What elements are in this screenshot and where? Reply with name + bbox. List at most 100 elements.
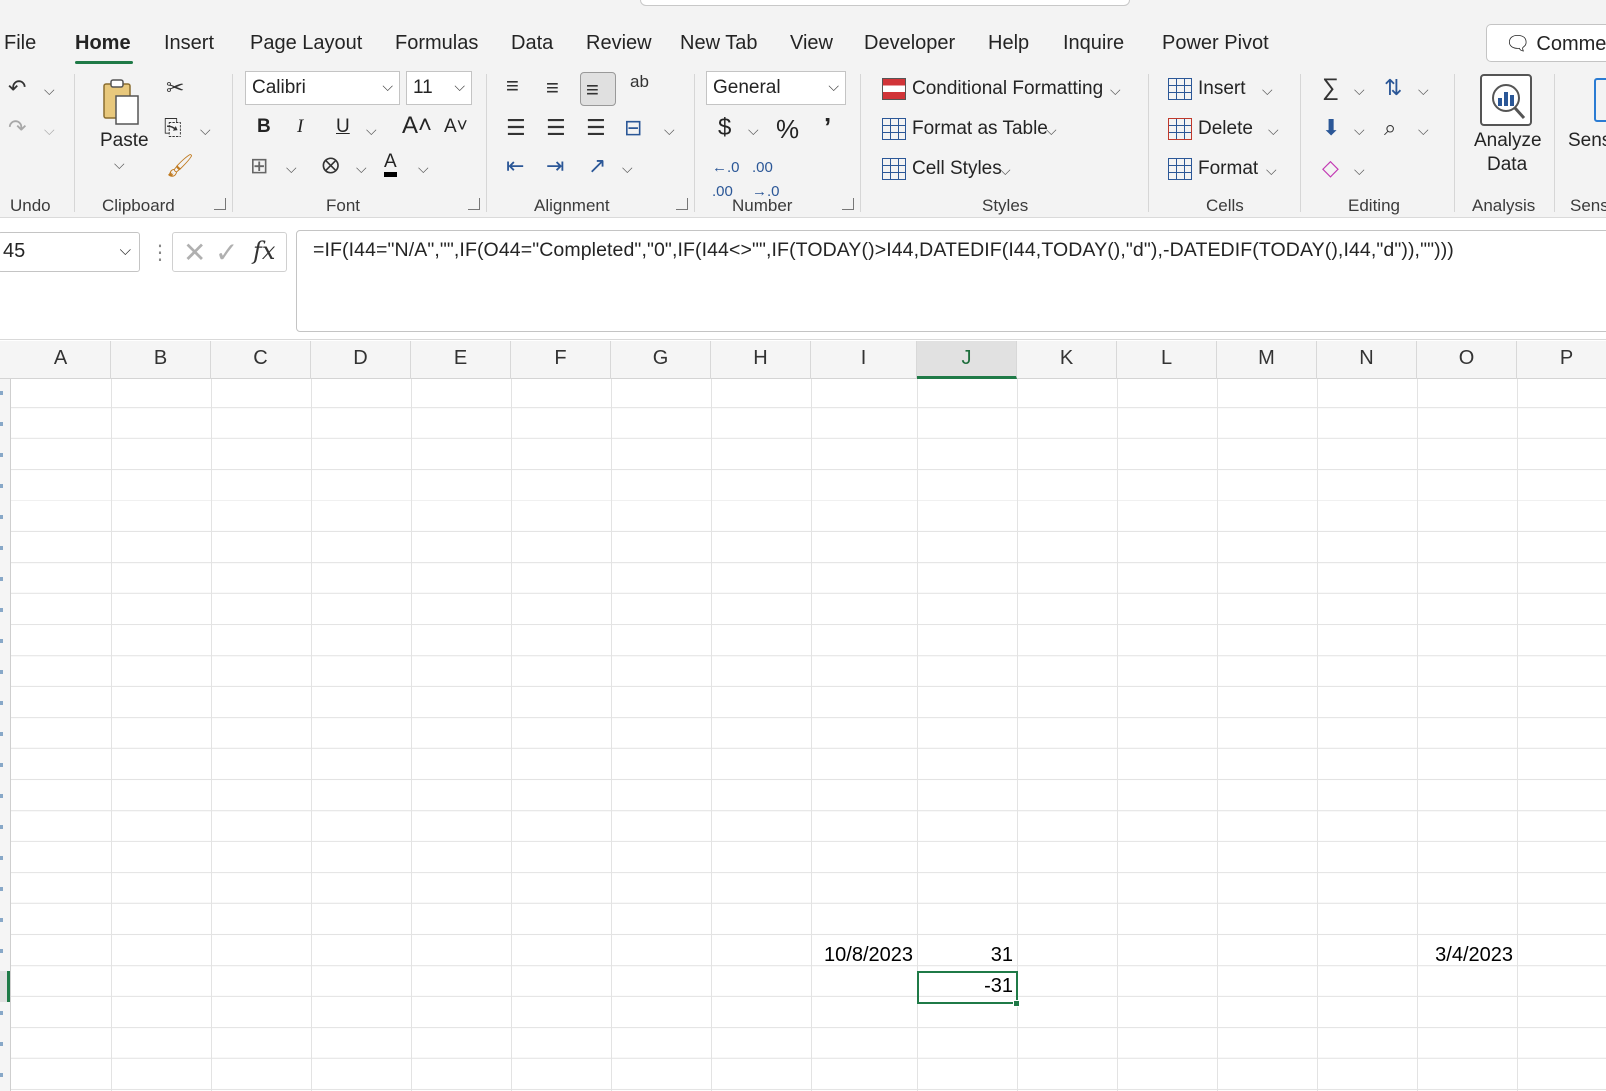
tab-formulas[interactable]: Formulas	[395, 32, 478, 55]
sort-filter-icon[interactable]: ⇅	[1384, 76, 1402, 100]
currency-icon[interactable]: $	[718, 114, 731, 142]
tab-help[interactable]: Help	[988, 32, 1029, 55]
col-header-k[interactable]: K	[1017, 341, 1117, 379]
chevron-down-icon[interactable]: ⌵	[1266, 162, 1277, 179]
more-options-icon[interactable]: ⋮	[150, 240, 170, 265]
decrease-font-icon[interactable]: A˅	[444, 116, 468, 138]
format-as-table-button[interactable]: Format as Table	[912, 118, 1048, 140]
col-header-m[interactable]: M	[1217, 341, 1317, 379]
tab-data[interactable]: Data	[511, 32, 553, 55]
font-color-icon[interactable]: A	[384, 152, 397, 177]
dialog-launcher-icon[interactable]	[842, 198, 854, 210]
tab-home[interactable]: Home	[75, 32, 131, 55]
fill-handle[interactable]	[1013, 1000, 1020, 1007]
increase-indent-icon[interactable]: ⇥	[546, 154, 564, 178]
col-header-f[interactable]: F	[511, 341, 611, 379]
fill-dropdown-icon[interactable]: ⌵	[1354, 122, 1365, 139]
col-header-e[interactable]: E	[411, 341, 511, 379]
merge-center-icon[interactable]: ⊟	[624, 116, 642, 140]
analyze-data-icon[interactable]	[1480, 74, 1532, 126]
orientation-dropdown-icon[interactable]: ⌵	[622, 160, 633, 177]
analyze-data-label-1[interactable]: Analyze	[1474, 130, 1542, 152]
redo-dropdown-icon[interactable]: ⌵	[44, 122, 55, 139]
dialog-launcher-icon[interactable]	[214, 198, 226, 210]
cell-styles-button[interactable]: Cell Styles	[912, 158, 1002, 180]
align-middle-icon[interactable]: ≡	[546, 76, 559, 100]
number-format-select[interactable]: General ⌵	[706, 71, 846, 105]
insert-function-icon[interactable]: fx	[253, 237, 275, 265]
col-header-a[interactable]: A	[11, 341, 111, 379]
analyze-data-label-2[interactable]: Data	[1487, 154, 1527, 176]
align-top-icon[interactable]: ≡	[506, 74, 519, 98]
col-header-c[interactable]: C	[211, 341, 311, 379]
cell-o44[interactable]: 3/4/2023	[1417, 940, 1517, 971]
selected-row-header[interactable]	[0, 971, 10, 1002]
font-size-select[interactable]: 11 ⌵	[406, 71, 472, 105]
merge-dropdown-icon[interactable]: ⌵	[664, 122, 675, 139]
copy-icon[interactable]: ⎘	[164, 116, 182, 140]
conditional-formatting-button[interactable]: Conditional Formatting	[912, 78, 1103, 100]
tab-review[interactable]: Review	[586, 32, 652, 55]
borders-dropdown-icon[interactable]: ⌵	[286, 160, 297, 177]
cut-icon[interactable]: ✂	[166, 76, 184, 100]
tab-view[interactable]: View	[790, 32, 833, 55]
col-header-g[interactable]: G	[611, 341, 711, 379]
col-header-d[interactable]: D	[311, 341, 411, 379]
comma-style-icon[interactable]: ’	[824, 112, 831, 143]
find-select-icon[interactable]: ⌕	[1384, 116, 1396, 140]
sensitivity-icon[interactable]	[1594, 78, 1606, 122]
col-header-j[interactable]: J	[917, 341, 1017, 379]
col-header-i[interactable]: I	[811, 341, 917, 379]
chevron-down-icon[interactable]: ⌵	[1046, 122, 1057, 139]
font-color-dropdown-icon[interactable]: ⌵	[418, 160, 429, 177]
sensitivity-button[interactable]: Sens	[1568, 130, 1606, 152]
tab-new-tab[interactable]: New Tab	[680, 32, 757, 55]
paste-label[interactable]: Paste	[100, 130, 149, 152]
autosum-icon[interactable]: ∑	[1322, 76, 1339, 100]
col-header-h[interactable]: H	[711, 341, 811, 379]
align-bottom-icon[interactable]: ≡	[586, 78, 599, 102]
align-right-icon[interactable]: ☰	[586, 116, 606, 140]
autosum-dropdown-icon[interactable]: ⌵	[1354, 82, 1365, 99]
chevron-down-icon[interactable]: ⌵	[1262, 82, 1273, 99]
tab-file[interactable]: File	[4, 32, 36, 55]
format-cells-button[interactable]: Format	[1198, 158, 1258, 180]
currency-dropdown-icon[interactable]: ⌵	[748, 122, 759, 139]
tab-insert[interactable]: Insert	[164, 32, 214, 55]
underline-button[interactable]: U	[336, 116, 350, 138]
wrap-text-icon[interactable]: ab	[630, 72, 649, 92]
tab-developer[interactable]: Developer	[864, 32, 955, 55]
font-name-select[interactable]: Calibri ⌵	[245, 71, 400, 105]
borders-icon[interactable]: ⊞	[250, 154, 268, 178]
delete-cells-button[interactable]: Delete	[1198, 118, 1253, 140]
tab-inquire[interactable]: Inquire	[1063, 32, 1124, 55]
increase-font-icon[interactable]: A˄	[402, 112, 432, 140]
insert-cells-button[interactable]: Insert	[1198, 78, 1246, 100]
underline-dropdown-icon[interactable]: ⌵	[366, 122, 377, 139]
bold-button[interactable]: B	[257, 116, 271, 138]
cell-i44[interactable]: 10/8/2023	[811, 940, 917, 971]
paste-icon[interactable]	[100, 78, 142, 128]
dialog-launcher-icon[interactable]	[468, 198, 480, 210]
comments-button[interactable]: 🗨Commen	[1486, 24, 1606, 62]
tab-page-layout[interactable]: Page Layout	[250, 32, 362, 55]
dialog-launcher-icon[interactable]	[676, 198, 688, 210]
tab-power-pivot[interactable]: Power Pivot	[1162, 32, 1269, 55]
copy-dropdown-icon[interactable]: ⌵	[200, 122, 211, 139]
orientation-icon[interactable]: ↗	[588, 154, 606, 178]
find-select-dropdown-icon[interactable]: ⌵	[1418, 122, 1429, 139]
chevron-down-icon[interactable]: ⌵	[1000, 162, 1011, 179]
italic-button[interactable]: I	[297, 116, 303, 138]
fill-color-dropdown-icon[interactable]: ⌵	[356, 160, 367, 177]
sort-filter-dropdown-icon[interactable]: ⌵	[1418, 82, 1429, 99]
chevron-down-icon[interactable]: ⌵	[1268, 122, 1279, 139]
undo-icon[interactable]: ↶	[8, 76, 26, 100]
align-left-icon[interactable]: ☰	[506, 116, 526, 140]
format-painter-icon[interactable]: 🖌	[166, 154, 194, 178]
align-center-icon[interactable]: ☰	[546, 116, 566, 140]
redo-icon[interactable]: ↷	[8, 116, 26, 140]
col-header-p[interactable]: P	[1517, 341, 1606, 379]
undo-dropdown-icon[interactable]: ⌵	[44, 82, 55, 99]
chevron-down-icon[interactable]: ⌵	[1110, 82, 1121, 99]
name-box[interactable]: 45 ⌵	[0, 232, 140, 272]
